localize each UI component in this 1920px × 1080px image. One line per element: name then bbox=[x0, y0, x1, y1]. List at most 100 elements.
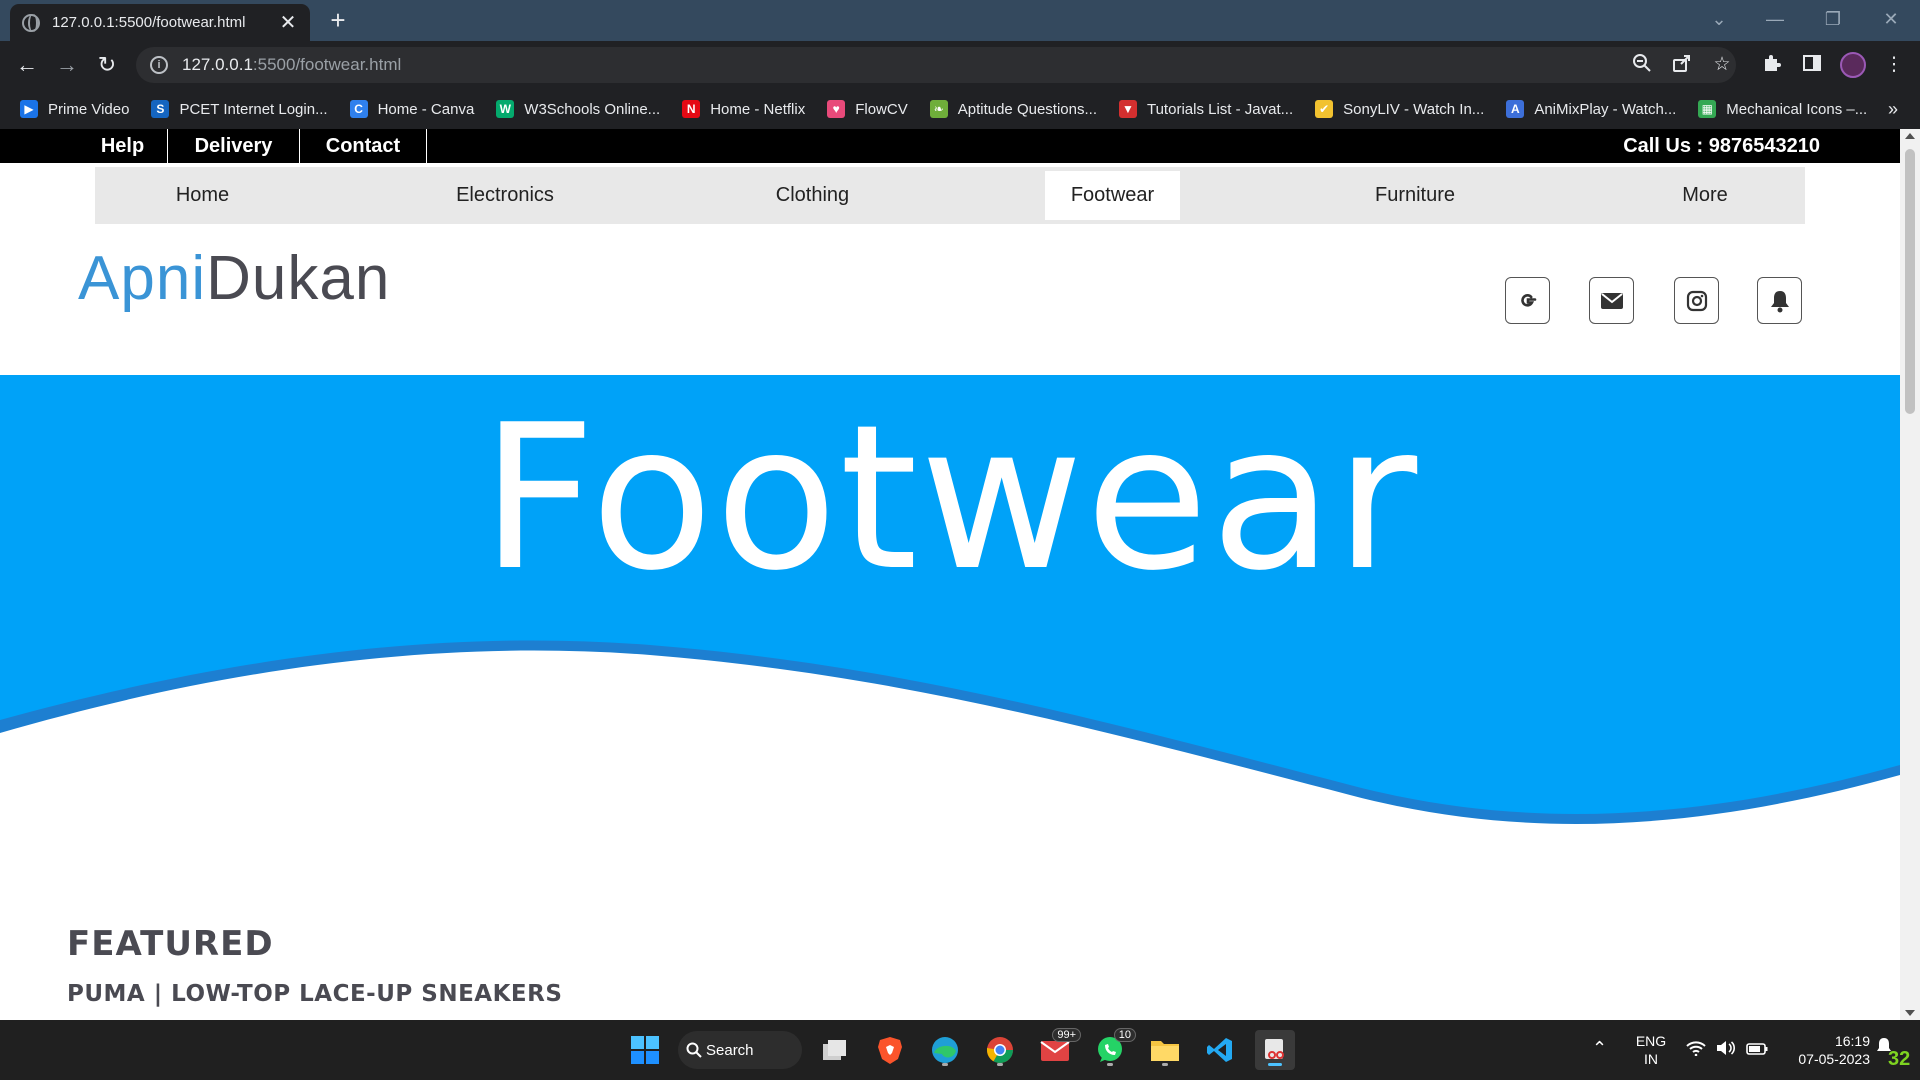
mail-app-icon[interactable]: 99+ bbox=[1035, 1028, 1081, 1070]
tab-title: 127.0.0.1:5500/footwear.html bbox=[52, 14, 246, 31]
task-view-icon[interactable] bbox=[815, 1030, 855, 1070]
browser-tab[interactable]: 127.0.0.1:5500/footwear.html ✕ bbox=[10, 4, 310, 41]
bookmark-favicon-icon: C bbox=[349, 100, 368, 118]
bookmark-item[interactable]: ✔ SonyLIV - Watch In... bbox=[1315, 100, 1484, 118]
whatsapp-badge: 10 bbox=[1113, 1028, 1136, 1042]
clock-date: 07-05-2023 bbox=[1798, 1051, 1870, 1067]
mail-icon bbox=[1600, 292, 1623, 309]
tray-overflow-icon[interactable]: ⌃ bbox=[1592, 1038, 1607, 1059]
close-icon[interactable]: ✕ bbox=[278, 10, 298, 35]
side-panel-icon[interactable] bbox=[1800, 53, 1824, 77]
url-host: 127.0.0.1 bbox=[182, 55, 253, 74]
instagram-button[interactable] bbox=[1674, 277, 1719, 324]
nav-item-footwear[interactable]: Footwear bbox=[1045, 171, 1180, 220]
contact-link[interactable]: Contact bbox=[300, 129, 427, 163]
language-line2: IN bbox=[1644, 1051, 1658, 1067]
chrome-icon[interactable] bbox=[980, 1030, 1020, 1070]
snipping-tool-icon[interactable] bbox=[1255, 1030, 1295, 1070]
bell-icon bbox=[1770, 290, 1789, 312]
notifications-button[interactable] bbox=[1757, 277, 1802, 324]
site-logo[interactable]: ApniDukan bbox=[78, 229, 390, 329]
mail-button[interactable] bbox=[1589, 277, 1634, 324]
bookmark-label: Home - Canva bbox=[377, 100, 475, 118]
bookmark-favicon-icon: S bbox=[151, 100, 170, 118]
zoom-icon[interactable] bbox=[1630, 53, 1654, 77]
tab-search-icon[interactable]: ⌄ bbox=[1696, 4, 1742, 34]
restore-icon[interactable]: ❐ bbox=[1810, 4, 1856, 34]
start-icon[interactable] bbox=[625, 1030, 665, 1070]
mail-badge: 99+ bbox=[1052, 1028, 1081, 1042]
bookmark-favicon-icon: ▦ bbox=[1698, 100, 1717, 118]
file-explorer-icon[interactable] bbox=[1145, 1030, 1185, 1070]
wifi-icon[interactable] bbox=[1686, 1040, 1706, 1059]
taskbar: Search 99+ 10 ⌃ ENG IN 16:19 07-05-2023 … bbox=[0, 1020, 1920, 1080]
bookmark-item[interactable]: ▼ Tutorials List - Javat... bbox=[1118, 100, 1293, 118]
bookmark-item[interactable]: W W3Schools Online... bbox=[496, 100, 660, 118]
bookmark-label: SonyLIV - Watch In... bbox=[1343, 100, 1485, 118]
profile-avatar[interactable] bbox=[1840, 52, 1866, 78]
bookmark-item[interactable]: S PCET Internet Login... bbox=[151, 100, 328, 118]
scrollbar-thumb[interactable] bbox=[1905, 149, 1915, 414]
bookmark-favicon-icon: A bbox=[1506, 100, 1525, 118]
bookmarks-more-button[interactable]: » bbox=[1888, 89, 1898, 129]
bookmark-label: Aptitude Questions... bbox=[957, 100, 1097, 118]
category-nav: Home Electronics Clothing Footwear Furni… bbox=[95, 167, 1805, 224]
nav-item-home[interactable]: Home bbox=[135, 171, 270, 220]
web-page: Help Delivery Contact Call Us : 98765432… bbox=[0, 129, 1900, 1020]
bookmark-favicon-icon: ▶ bbox=[20, 100, 38, 118]
bookmark-label: Home - Netflix bbox=[710, 100, 806, 118]
delivery-link[interactable]: Delivery bbox=[168, 129, 300, 163]
help-link[interactable]: Help bbox=[78, 129, 168, 163]
product-title[interactable]: PUMA | LOW-TOP LACE-UP SNEAKERS bbox=[67, 981, 562, 1007]
reload-button[interactable]: ↻ bbox=[92, 50, 122, 80]
bookmark-favicon-icon: ❧ bbox=[929, 100, 948, 118]
window-close-icon[interactable]: ✕ bbox=[1868, 4, 1914, 34]
nav-item-furniture[interactable]: Furniture bbox=[1340, 171, 1490, 220]
minimize-icon[interactable]: — bbox=[1752, 4, 1798, 34]
brave-browser-icon[interactable] bbox=[870, 1030, 910, 1070]
bookmark-star-icon[interactable]: ☆ bbox=[1710, 53, 1734, 77]
menu-icon[interactable]: ⋮ bbox=[1882, 53, 1906, 77]
nav-item-clothing[interactable]: Clothing bbox=[740, 171, 885, 220]
edge-icon[interactable] bbox=[925, 1030, 965, 1070]
scroll-up-icon[interactable] bbox=[1905, 133, 1915, 139]
logo-part-dukan: Dukan bbox=[206, 244, 391, 313]
bookmark-favicon-icon: W bbox=[496, 100, 515, 118]
extensions-icon[interactable] bbox=[1760, 53, 1784, 77]
whatsapp-icon[interactable]: 10 bbox=[1090, 1028, 1136, 1070]
bookmark-item[interactable]: C Home - Canva bbox=[349, 100, 475, 118]
logo-part-apni: Apni bbox=[78, 244, 207, 313]
taskbar-search[interactable]: Search bbox=[678, 1031, 802, 1069]
bookmark-item[interactable]: N Home - Netflix bbox=[682, 100, 805, 118]
bookmark-item[interactable]: ▦ Mechanical Icons –... bbox=[1698, 100, 1867, 118]
hero-title: Footwear bbox=[480, 382, 1420, 615]
bookmark-item[interactable]: ♥ FlowCV bbox=[827, 100, 908, 118]
bookmark-label: Prime Video bbox=[48, 100, 130, 118]
bookmark-item[interactable]: ❧ Aptitude Questions... bbox=[929, 100, 1097, 118]
google-button[interactable] bbox=[1505, 277, 1550, 324]
new-tab-button[interactable]: + bbox=[324, 6, 352, 34]
address-bar[interactable]: i 127.0.0.1:5500/footwear.html bbox=[136, 47, 1736, 83]
page-scrollbar[interactable] bbox=[1900, 129, 1920, 1020]
language-indicator[interactable]: ENG IN bbox=[1630, 1032, 1672, 1068]
back-button[interactable]: ← bbox=[12, 50, 42, 80]
scroll-down-icon[interactable] bbox=[1905, 1010, 1915, 1016]
language-line1: ENG bbox=[1635, 1033, 1667, 1049]
battery-icon[interactable] bbox=[1746, 1042, 1768, 1058]
top-bar: Help Delivery Contact Call Us : 98765432… bbox=[0, 129, 1900, 163]
bookmark-item[interactable]: ▶ Prime Video bbox=[20, 100, 129, 118]
bookmark-label: PCET Internet Login... bbox=[179, 100, 328, 118]
browser-toolbar: ← → ↻ i 127.0.0.1:5500/footwear.html ☆ ⋮ bbox=[0, 41, 1920, 89]
bookmark-favicon-icon: N bbox=[682, 100, 701, 118]
bookmark-item[interactable]: A AniMixPlay - Watch... bbox=[1506, 100, 1676, 118]
google-icon bbox=[1520, 293, 1536, 307]
bookmark-label: W3Schools Online... bbox=[524, 100, 661, 118]
forward-button[interactable]: → bbox=[52, 50, 82, 80]
volume-icon[interactable] bbox=[1716, 1040, 1736, 1059]
clock[interactable]: 16:19 07-05-2023 bbox=[1780, 1032, 1870, 1068]
vscode-icon[interactable] bbox=[1200, 1030, 1240, 1070]
share-icon[interactable] bbox=[1670, 53, 1694, 77]
nav-item-more[interactable]: More bbox=[1655, 171, 1755, 220]
site-info-icon[interactable]: i bbox=[150, 56, 168, 74]
nav-item-electronics[interactable]: Electronics bbox=[415, 171, 595, 220]
